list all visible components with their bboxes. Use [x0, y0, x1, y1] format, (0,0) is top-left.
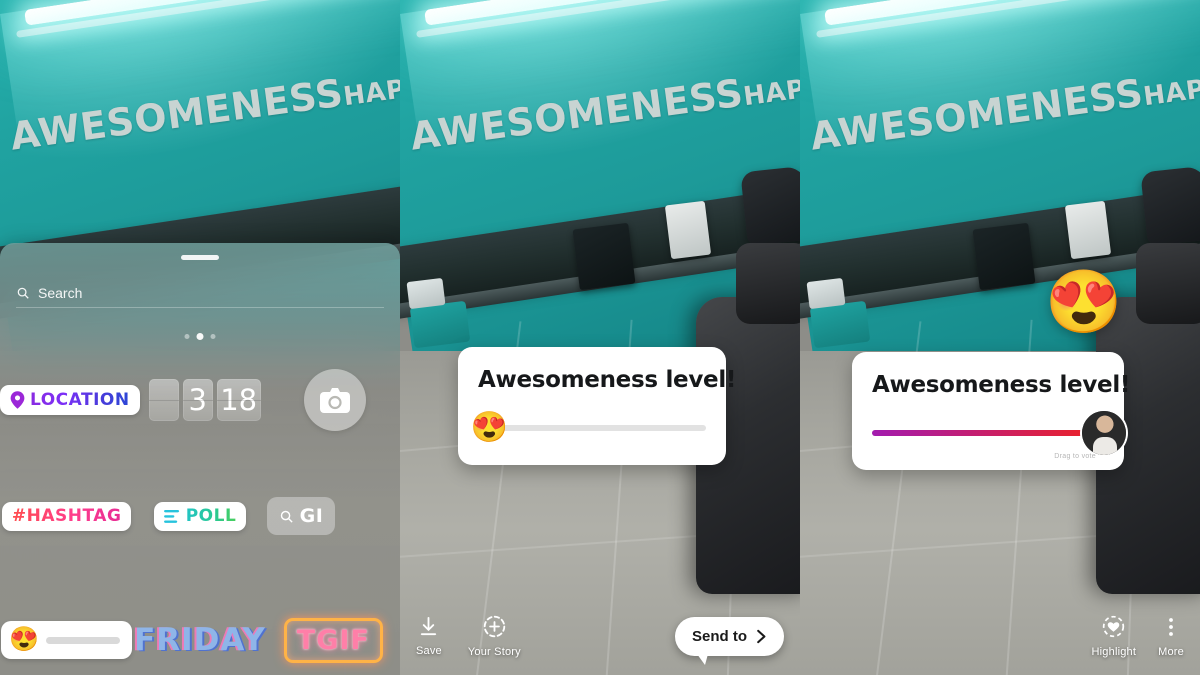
- sticker-camera-button[interactable]: [303, 369, 366, 431]
- slider-track: [478, 425, 706, 431]
- sticker-gif-label: GI: [299, 505, 324, 527]
- emoji-slider-track: [46, 636, 121, 644]
- sticker-emoji-slider[interactable]: 😍: [1, 621, 133, 659]
- monitor: [572, 222, 636, 291]
- laptop: [664, 200, 712, 259]
- sticker-time[interactable]: 3 18: [148, 379, 261, 421]
- story-view-bottom-bar: Highlight More: [800, 597, 1200, 675]
- download-icon: [421, 616, 437, 636]
- floating-vote-emoji: 😍: [1045, 268, 1123, 337]
- sticker-tray-sheet[interactable]: Search LOCATION 3 18 #HASHTAG POLL GI 😍 …: [0, 243, 400, 675]
- office-photo-background: AWESOMENESSHAPPENS HERE.: [800, 0, 1200, 675]
- add-to-story-icon: [483, 615, 506, 638]
- slider-thumb-caption: Drag to vote: [1054, 453, 1096, 460]
- page-dot-2-active[interactable]: [196, 333, 204, 340]
- location-pin-icon: [10, 391, 25, 409]
- emoji-slider-card-result[interactable]: Awesomeness level! Drag to vote: [852, 352, 1131, 470]
- story-bottom-bar: Save Your Story Send to: [400, 597, 800, 675]
- chevron-right-icon: [757, 629, 766, 643]
- slider-thumb-emoji[interactable]: 😍: [471, 413, 508, 443]
- search-icon: [280, 510, 293, 523]
- send-to-button[interactable]: Send to: [675, 616, 784, 665]
- desk-paper: [806, 278, 846, 310]
- laptop: [1064, 200, 1112, 259]
- slider-control[interactable]: 😍: [471, 413, 706, 443]
- backpack: [740, 165, 800, 247]
- slider-question: Awesomeness level!: [478, 367, 737, 393]
- your-story-button[interactable]: Your Story: [468, 614, 521, 658]
- save-button[interactable]: Save: [416, 615, 442, 657]
- slider-control[interactable]: Drag to vote: [872, 411, 1126, 460]
- sticker-poll[interactable]: POLL: [153, 501, 247, 531]
- drag-handle[interactable]: [181, 255, 219, 260]
- sticker-hashtag[interactable]: #HASHTAG: [1, 501, 132, 531]
- your-story-label: Your Story: [467, 646, 521, 658]
- poll-bars-icon: [163, 509, 179, 523]
- sticker-hashtag-label: #HASHTAG: [11, 505, 122, 526]
- search-input[interactable]: Search: [16, 278, 384, 308]
- more-button[interactable]: More: [1158, 615, 1184, 658]
- panel-sticker-tray: AWESOMENESSHAPPENS HERE. Search: [0, 0, 400, 675]
- sticker-location-label: LOCATION: [30, 389, 130, 410]
- office-photo-background: AWESOMENESSHAPPENS HERE.: [400, 0, 800, 675]
- highlight-label: Highlight: [1091, 646, 1137, 658]
- avatar-body: [1092, 436, 1118, 455]
- sticker-location[interactable]: LOCATION: [0, 385, 140, 415]
- office-chair-back: [1136, 243, 1200, 324]
- sticker-tgif[interactable]: TGIF: [283, 617, 383, 663]
- emoji-slider-card[interactable]: Awesomeness level! 😍: [458, 347, 737, 465]
- page-dot-1[interactable]: [184, 334, 190, 339]
- panel-slider-placed: AWESOMENESSHAPPENS HERE. Awesomeness lev…: [400, 0, 800, 675]
- tray-page-dots[interactable]: [184, 333, 216, 340]
- time-minutes: 18: [216, 379, 261, 421]
- sticker-poll-label: POLL: [185, 505, 237, 526]
- more-label: More: [1158, 645, 1184, 658]
- sticker-gif-button[interactable]: GI: [266, 497, 336, 535]
- time-hours: 3: [182, 379, 213, 421]
- slider-question: Awesomeness level!: [872, 372, 1131, 398]
- send-to-label: Send to: [692, 627, 747, 645]
- highlight-button[interactable]: Highlight: [1092, 614, 1137, 658]
- page-dot-3[interactable]: [210, 334, 216, 339]
- three-panel-comparison: AWESOMENESSHAPPENS HERE. Search: [0, 0, 1200, 675]
- office-chair-back: [736, 243, 800, 324]
- desk-paper: [406, 278, 446, 310]
- save-label: Save: [416, 645, 442, 657]
- camera-icon: [319, 387, 350, 413]
- backpack: [1140, 165, 1200, 247]
- heart-highlight-icon: [1103, 615, 1125, 638]
- monitor: [972, 222, 1036, 291]
- sticker-friday[interactable]: FRIDAY: [134, 622, 266, 658]
- slider-fill: [872, 430, 1104, 436]
- search-icon: [17, 287, 29, 299]
- time-meridiem: [148, 379, 179, 421]
- panel-slider-result: AWESOMENESSHAPPENS HERE. 😍 Awesomeness l…: [800, 0, 1200, 675]
- emoji-slider-emoji: 😍: [9, 626, 40, 653]
- search-placeholder: Search: [38, 284, 83, 301]
- slider-thumb-avatar[interactable]: [1082, 411, 1126, 455]
- more-vertical-icon: [1169, 617, 1173, 636]
